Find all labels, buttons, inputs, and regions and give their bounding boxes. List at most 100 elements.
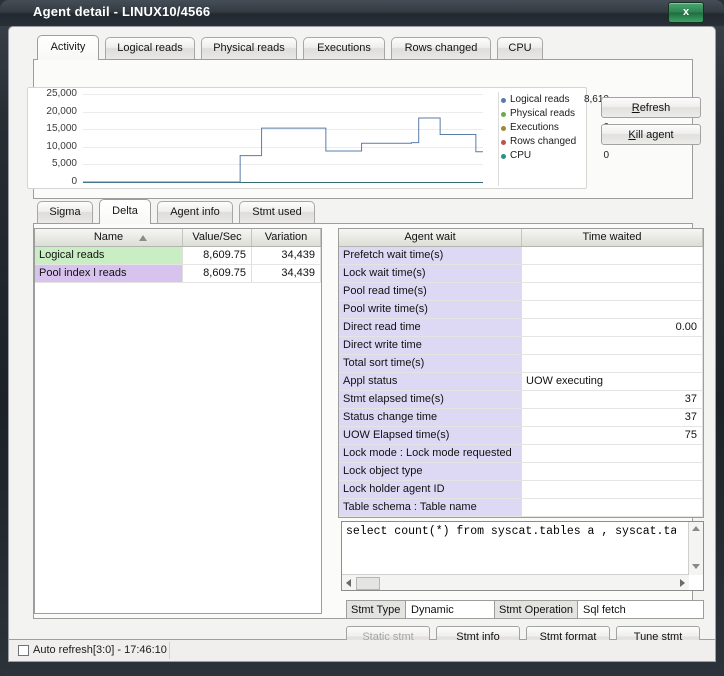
legend-color-dot-icon: [501, 126, 506, 131]
agent-wait-label: Status change time: [339, 409, 522, 427]
chart-legend: Logical reads8,610Physical reads0Executi…: [498, 92, 611, 186]
subtab-stmt-used[interactable]: Stmt used: [239, 201, 315, 223]
tab-physical-reads[interactable]: Physical reads: [201, 37, 297, 59]
sub-tab-strip: Sigma Delta Agent info Stmt used: [33, 199, 693, 224]
legend-series-name: CPU: [510, 150, 532, 161]
agent-wait-label: Appl status: [339, 373, 522, 391]
table-row[interactable]: Appl status UOW executing: [339, 373, 703, 391]
agent-wait-column-header[interactable]: Agent wait: [339, 229, 522, 246]
table-row[interactable]: Direct read time 0.00: [339, 319, 703, 337]
close-icon: x: [682, 6, 690, 18]
legend-color-dot-icon: [501, 140, 506, 145]
stmt-field-label: Stmt Operation: [494, 600, 578, 619]
table-row[interactable]: Pool index l reads 8,609.75 34,439: [35, 265, 321, 283]
chart-plot-area: 25,000 20,000 15,000 10,000 5,000 0: [46, 88, 483, 187]
legend-row: CPU 0: [499, 150, 611, 163]
table-row[interactable]: Lock mode : Lock mode requested: [339, 445, 703, 463]
top-tab-strip: Activity Logical reads Physical reads Execu…: [33, 35, 693, 60]
sql-statement-box[interactable]: select count(*) from syscat.tables a , s…: [341, 521, 704, 591]
client-area: Activity Logical reads Physical reads Execu…: [8, 26, 716, 648]
metrics-column-header[interactable]: Variation: [252, 229, 321, 246]
refresh-button[interactable]: Refresh: [601, 97, 701, 118]
status-separator: [169, 642, 170, 659]
table-row[interactable]: Lock holder agent ID: [339, 481, 703, 499]
scroll-right-icon[interactable]: [680, 579, 685, 587]
agent-wait-value: 37: [522, 409, 703, 427]
legend-row: Logical reads 8,610: [499, 94, 611, 107]
subtab-agent-info[interactable]: Agent info: [157, 201, 233, 223]
window-title: Agent detail - LINUX10/4566: [33, 4, 211, 19]
agent-wait-label: Pool read time(s): [339, 283, 522, 301]
legend-color-dot-icon: [501, 112, 506, 117]
table-row[interactable]: Prefetch wait time(s): [339, 247, 703, 265]
scroll-down-icon[interactable]: [692, 564, 700, 569]
agent-wait-label: Direct write time: [339, 337, 522, 355]
table-row[interactable]: Lock object type: [339, 463, 703, 481]
agent-wait-value: [522, 247, 703, 265]
subtab-delta[interactable]: Delta: [99, 199, 151, 224]
tab-executions[interactable]: Executions: [303, 37, 385, 59]
table-row[interactable]: Direct write time: [339, 337, 703, 355]
scroll-up-icon[interactable]: [692, 526, 700, 531]
subtab-sigma[interactable]: Sigma: [37, 201, 93, 223]
sql-vertical-scrollbar[interactable]: [688, 522, 703, 575]
activity-chart: 25,000 20,000 15,000 10,000 5,000 0 Logical r…: [27, 87, 609, 189]
tab-cpu[interactable]: CPU: [497, 37, 543, 59]
table-row[interactable]: Total sort time(s): [339, 355, 703, 373]
scrollbar-thumb[interactable]: [356, 577, 380, 590]
agent-wait-label: Lock holder agent ID: [339, 481, 522, 499]
table-row[interactable]: Logical reads 8,609.75 34,439: [35, 247, 321, 265]
legend-color-dot-icon: [501, 154, 506, 159]
tab-logical-reads[interactable]: Logical reads: [105, 37, 195, 59]
kill-agent-button[interactable]: Kill agent: [601, 124, 701, 145]
chart-ytick-label: 15,000: [46, 123, 77, 135]
sql-statement-text: select count(*) from syscat.tables a , s…: [346, 525, 676, 538]
sort-ascending-icon: [139, 235, 147, 241]
agent-wait-value: [522, 499, 703, 517]
agent-wait-table-header: Agent wait Time waited: [339, 229, 703, 247]
agent-wait-value: [522, 463, 703, 481]
stmt-field-value[interactable]: Sql fetch: [578, 600, 704, 619]
metrics-column-header[interactable]: Name: [35, 229, 183, 246]
agent-wait-value: [522, 445, 703, 463]
scroll-left-icon[interactable]: [346, 579, 351, 587]
agent-wait-label: Prefetch wait time(s): [339, 247, 522, 265]
chart-series-logical-reads: [83, 117, 483, 183]
chart-ytick-label: 0: [71, 176, 77, 187]
table-row[interactable]: UOW Elapsed time(s) 75: [339, 427, 703, 445]
agent-wait-table[interactable]: Agent wait Time waited Prefetch wait time…: [338, 228, 704, 518]
agent-wait-value: UOW executing: [522, 373, 703, 391]
legend-series-name: Physical reads: [510, 108, 576, 119]
metrics-cell-value-sec: 8,609.75: [183, 247, 252, 265]
agent-wait-label: Pool write time(s): [339, 301, 522, 319]
agent-wait-value: [522, 481, 703, 499]
agent-wait-label: Stmt elapsed time(s): [339, 391, 522, 409]
agent-wait-value: [522, 355, 703, 373]
agent-wait-value: [522, 265, 703, 283]
agent-wait-value: [522, 283, 703, 301]
tab-rows-changed[interactable]: Rows changed: [391, 37, 491, 59]
metrics-column-header[interactable]: Value/Sec: [183, 229, 252, 246]
stmt-field-value[interactable]: Dynamic: [406, 600, 503, 619]
agent-wait-value: 37: [522, 391, 703, 409]
metrics-cell-name: Logical reads: [35, 247, 183, 265]
chart-ytick-label: 25,000: [46, 88, 77, 99]
agent-wait-value: 0.00: [522, 319, 703, 337]
metrics-table[interactable]: Name Value/Sec Variation Logical reads 8,60…: [34, 228, 322, 614]
close-button[interactable]: x: [668, 2, 704, 23]
agent-wait-column-header[interactable]: Time waited: [522, 229, 703, 246]
sql-horizontal-scrollbar[interactable]: [342, 574, 689, 590]
application-window: Agent detail - LINUX10/4566 x Activity Lo…: [0, 0, 724, 676]
table-row[interactable]: Pool write time(s): [339, 301, 703, 319]
agent-wait-value: 75: [522, 427, 703, 445]
agent-wait-label: Lock object type: [339, 463, 522, 481]
table-row[interactable]: Lock wait time(s): [339, 265, 703, 283]
table-row[interactable]: Pool read time(s): [339, 283, 703, 301]
table-row[interactable]: Status change time 37: [339, 409, 703, 427]
legend-row: Rows changed0: [499, 136, 611, 149]
auto-refresh-checkbox[interactable]: [18, 645, 29, 656]
metrics-table-header: Name Value/Sec Variation: [35, 229, 321, 247]
table-row[interactable]: Stmt elapsed time(s) 37: [339, 391, 703, 409]
table-row[interactable]: Table schema : Table name: [339, 499, 703, 517]
tab-activity[interactable]: Activity: [37, 35, 99, 60]
